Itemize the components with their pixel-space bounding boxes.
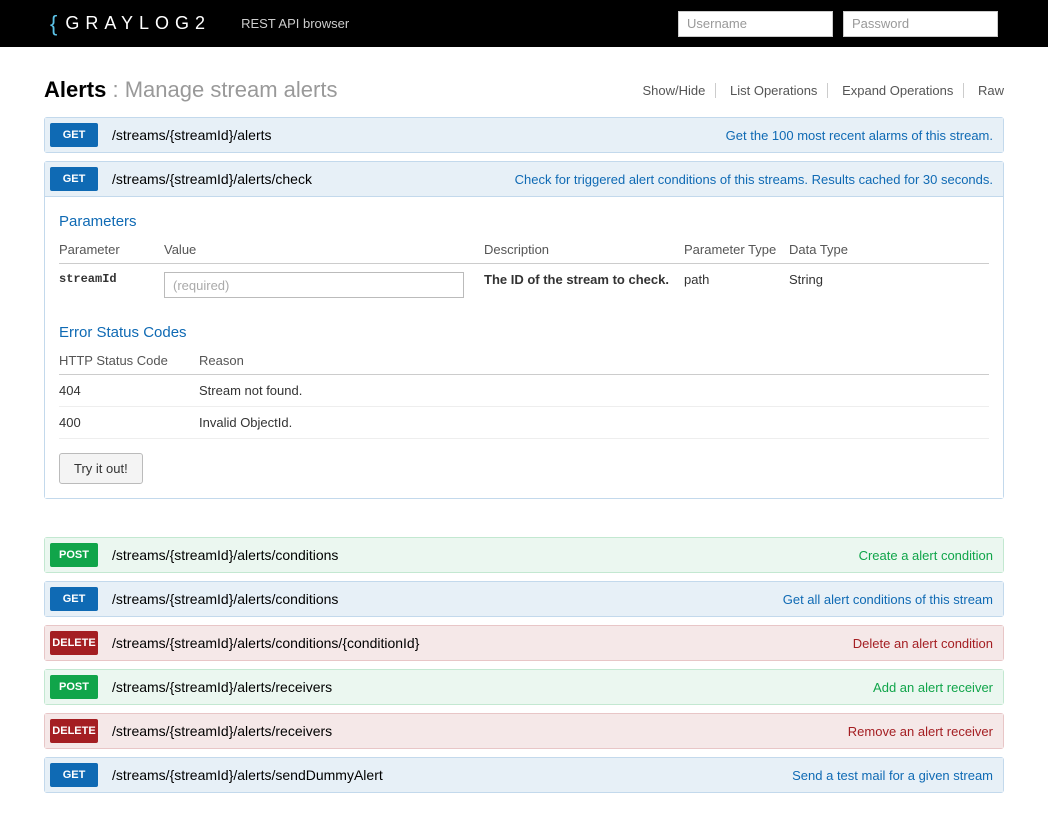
error-row: 400 Invalid ObjectId. [59, 407, 989, 439]
errors-section: Error Status Codes HTTP Status Code Reas… [59, 324, 989, 439]
method-badge: GET [50, 123, 98, 147]
title-light: Manage stream alerts [125, 77, 338, 102]
list-operations-link[interactable]: List Operations [720, 83, 828, 98]
th-description: Description [484, 238, 684, 264]
operation-desc: Send a test mail for a given stream [792, 768, 993, 783]
operation-header[interactable]: POST /streams/{streamId}/alerts/conditio… [45, 538, 1003, 572]
operation-delete-condition: DELETE /streams/{streamId}/alerts/condit… [44, 625, 1004, 661]
topbar: { GRAYLOG2 REST API browser [0, 0, 1048, 47]
method-badge: POST [50, 675, 98, 699]
param-type: path [684, 264, 789, 307]
error-code: 404 [59, 375, 199, 407]
operation-header[interactable]: GET /streams/{streamId}/alerts/condition… [45, 582, 1003, 616]
parameters-title: Parameters [59, 213, 989, 230]
error-reason: Invalid ObjectId. [199, 407, 989, 439]
operation-get-alerts: GET /streams/{streamId}/alerts Get the 1… [44, 117, 1004, 153]
try-it-out-button[interactable]: Try it out! [59, 453, 143, 484]
logo-brace-icon: { [50, 11, 57, 37]
th-status-code: HTTP Status Code [59, 349, 199, 375]
operation-header[interactable]: DELETE /streams/{streamId}/alerts/condit… [45, 626, 1003, 660]
operation-body: Parameters Parameter Value Description P… [45, 196, 1003, 498]
method-badge: DELETE [50, 631, 98, 655]
operation-post-receivers: POST /streams/{streamId}/alerts/receiver… [44, 669, 1004, 705]
raw-link[interactable]: Raw [968, 83, 1004, 98]
operation-path: /streams/{streamId}/alerts/sendDummyAler… [112, 767, 792, 783]
header-links: Show/Hide List Operations Expand Operati… [633, 83, 1005, 98]
title-sep: : [106, 77, 124, 102]
operation-desc: Get the 100 most recent alarms of this s… [726, 128, 993, 143]
errors-table: HTTP Status Code Reason 404 Stream not f… [59, 349, 989, 439]
auth-inputs [678, 11, 998, 37]
operation-header[interactable]: DELETE /streams/{streamId}/alerts/receiv… [45, 714, 1003, 748]
th-param-type: Parameter Type [684, 238, 789, 264]
page-title: Alerts : Manage stream alerts [44, 77, 337, 103]
operation-desc: Add an alert receiver [873, 680, 993, 695]
operation-desc: Delete an alert condition [853, 636, 993, 651]
operation-path: /streams/{streamId}/alerts/receivers [112, 723, 848, 739]
param-value-input[interactable] [164, 272, 464, 298]
th-parameter: Parameter [59, 238, 164, 264]
operation-get-conditions: GET /streams/{streamId}/alerts/condition… [44, 581, 1004, 617]
expand-operations-link[interactable]: Expand Operations [832, 83, 964, 98]
logo: { GRAYLOG2 [50, 11, 211, 37]
param-name: streamId [59, 264, 164, 307]
param-desc: The ID of the stream to check. [484, 264, 684, 307]
th-value: Value [164, 238, 484, 264]
password-input[interactable] [843, 11, 998, 37]
error-reason: Stream not found. [199, 375, 989, 407]
operation-path: /streams/{streamId}/alerts/conditions [112, 547, 859, 563]
th-data-type: Data Type [789, 238, 989, 264]
operation-header[interactable]: GET /streams/{streamId}/alerts/check Che… [45, 162, 1003, 196]
operation-header[interactable]: POST /streams/{streamId}/alerts/receiver… [45, 670, 1003, 704]
main-container: Alerts : Manage stream alerts Show/Hide … [44, 47, 1004, 821]
operation-desc: Check for triggered alert conditions of … [515, 172, 993, 187]
method-badge: GET [50, 587, 98, 611]
operation-header[interactable]: GET /streams/{streamId}/alerts Get the 1… [45, 118, 1003, 152]
operation-path: /streams/{streamId}/alerts/check [112, 171, 515, 187]
operation-desc: Remove an alert receiver [848, 724, 993, 739]
th-reason: Reason [199, 349, 989, 375]
logo-text: GRAYLOG2 [65, 13, 211, 34]
operation-get-alerts-check: GET /streams/{streamId}/alerts/check Che… [44, 161, 1004, 499]
parameters-table: Parameter Value Description Parameter Ty… [59, 238, 989, 306]
title-bold: Alerts [44, 77, 106, 102]
operation-path: /streams/{streamId}/alerts/conditions/{c… [112, 635, 853, 651]
error-code: 400 [59, 407, 199, 439]
errors-title: Error Status Codes [59, 324, 989, 341]
operation-path: /streams/{streamId}/alerts/conditions [112, 591, 783, 607]
param-row: streamId The ID of the stream to check. … [59, 264, 989, 307]
operation-header[interactable]: GET /streams/{streamId}/alerts/sendDummy… [45, 758, 1003, 792]
operation-path: /streams/{streamId}/alerts/receivers [112, 679, 873, 695]
operation-desc: Get all alert conditions of this stream [783, 592, 993, 607]
method-badge: GET [50, 167, 98, 191]
operation-desc: Create a alert condition [859, 548, 993, 563]
error-row: 404 Stream not found. [59, 375, 989, 407]
method-badge: GET [50, 763, 98, 787]
operation-delete-receivers: DELETE /streams/{streamId}/alerts/receiv… [44, 713, 1004, 749]
method-badge: POST [50, 543, 98, 567]
topbar-left: { GRAYLOG2 REST API browser [50, 11, 349, 37]
operation-post-conditions: POST /streams/{streamId}/alerts/conditio… [44, 537, 1004, 573]
param-datatype: String [789, 264, 989, 307]
operation-path: /streams/{streamId}/alerts [112, 127, 726, 143]
operation-get-send-dummy-alert: GET /streams/{streamId}/alerts/sendDummy… [44, 757, 1004, 793]
show-hide-link[interactable]: Show/Hide [633, 83, 717, 98]
app-subtitle: REST API browser [241, 16, 349, 31]
username-input[interactable] [678, 11, 833, 37]
header-row: Alerts : Manage stream alerts Show/Hide … [44, 77, 1004, 103]
